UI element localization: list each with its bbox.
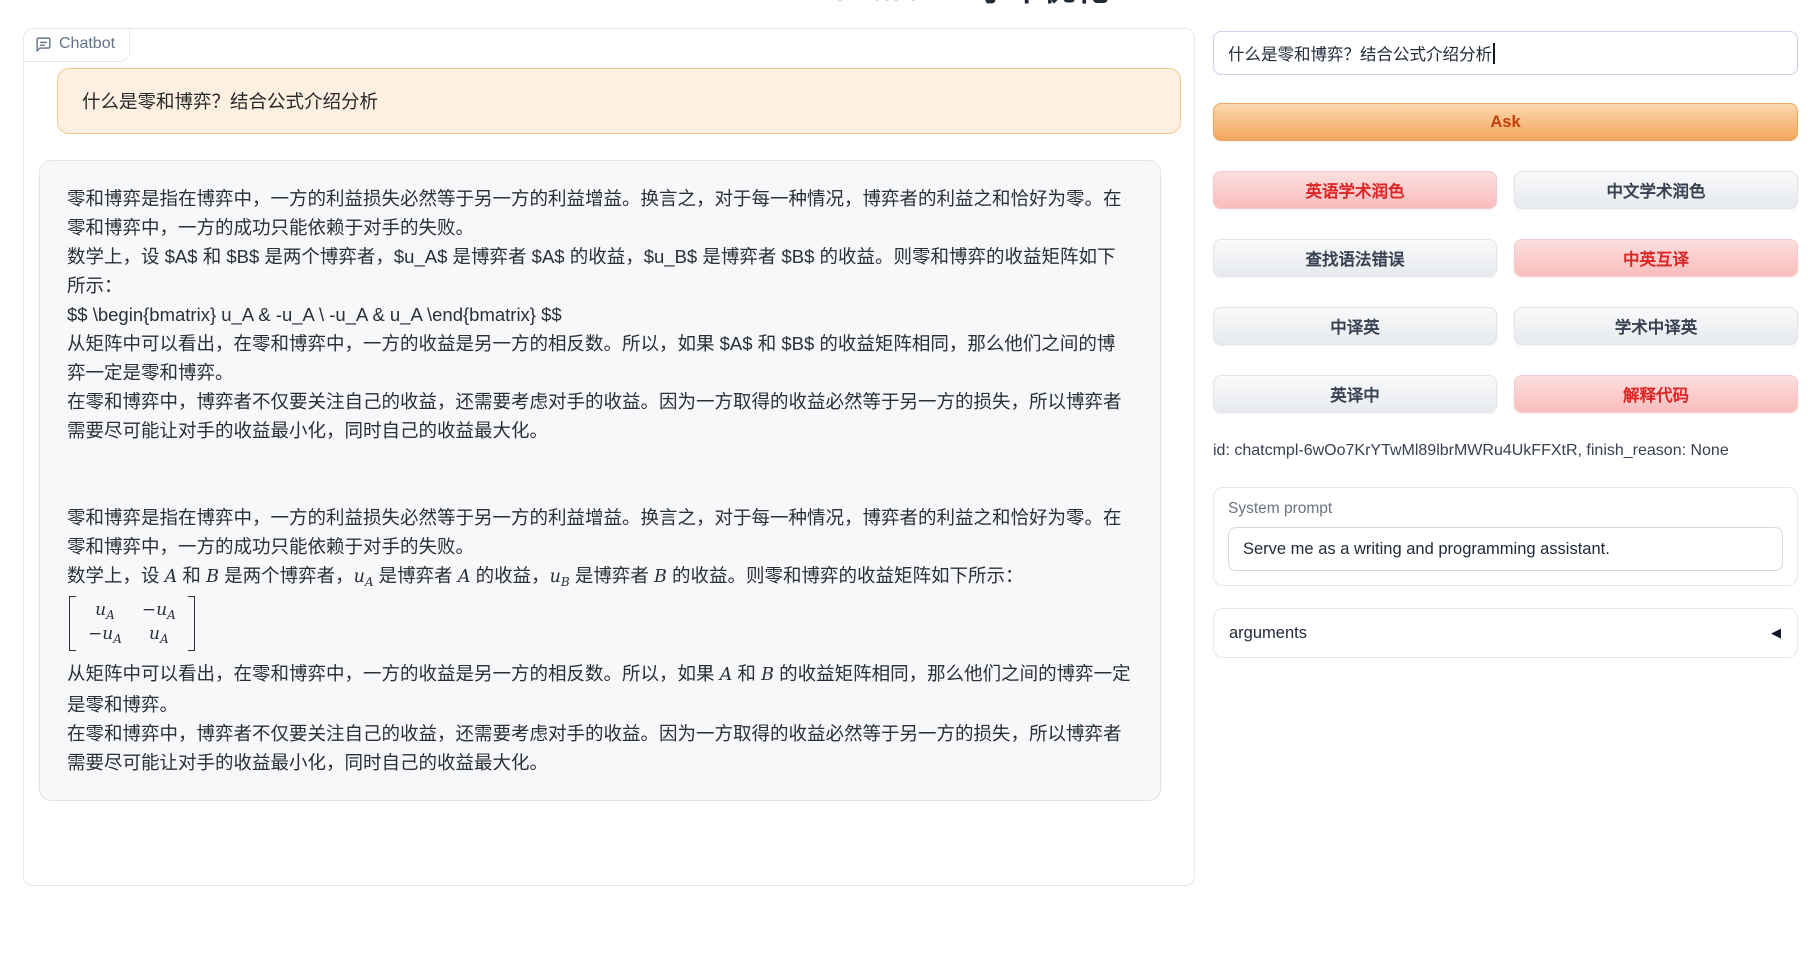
bot-message-bubble: 零和博弈是指在博弈中，一方的利益损失必然等于另一方的利益增益。换言之，对于每一种… bbox=[39, 160, 1161, 801]
bot-raw-latex-formula: $$ \begin{bmatrix} u_A & -u_A \ -u_A & u… bbox=[67, 300, 1133, 329]
button-zh-en-mutual-translate[interactable]: 中英互译 bbox=[1514, 239, 1798, 277]
math-var: B bbox=[654, 567, 667, 587]
text-cursor bbox=[1493, 43, 1495, 64]
system-prompt-card: System prompt Serve me as a writing and … bbox=[1213, 487, 1798, 586]
bot-raw-paragraph: 零和博弈是指在博弈中，一方的利益损失必然等于另一方的利益增益。换言之，对于每一种… bbox=[67, 184, 1133, 242]
question-input-value: 什么是零和博弈？结合公式介绍分析 bbox=[1228, 41, 1492, 65]
matrix-cell: −uA bbox=[142, 600, 176, 621]
page-title: ChatGPT 学术优化 bbox=[827, 0, 1109, 9]
matrix-cell: uA bbox=[88, 600, 122, 621]
matrix-cell: uA bbox=[142, 624, 176, 645]
bot-rendered-paragraph: 从矩阵中可以看出，在零和博弈中，一方的收益是另一方的相反数。所以，如果 A 和 … bbox=[67, 659, 1133, 719]
user-message-text: 什么是零和博弈？结合公式介绍分析 bbox=[82, 91, 378, 112]
arguments-accordion[interactable]: arguments ◀ bbox=[1213, 608, 1798, 658]
bot-rendered-math-intro: 数学上，设 A 和 B 是两个博弈者，uA 是博弈者 A 的收益，uB 是博弈者… bbox=[67, 561, 1133, 592]
button-academic-zh-to-en[interactable]: 学术中译英 bbox=[1514, 307, 1798, 345]
user-message-bubble: 什么是零和博弈？结合公式介绍分析 bbox=[57, 68, 1181, 134]
math-var: B bbox=[206, 567, 219, 587]
button-zh-to-en[interactable]: 中译英 bbox=[1213, 307, 1497, 345]
math-var: A bbox=[165, 567, 178, 587]
arguments-accordion-label: arguments bbox=[1229, 624, 1307, 643]
math-var: uB bbox=[550, 567, 570, 587]
button-en-to-zh[interactable]: 英译中 bbox=[1213, 375, 1497, 413]
bot-raw-paragraph: 在零和博弈中，博弈者不仅要关注自己的收益，还需要考虑对手的收益。因为一方取得的收… bbox=[67, 387, 1133, 445]
bot-raw-paragraph: 数学上，设 $A$ 和 $B$ 是两个博弈者，$u_A$ 是博弈者 $A$ 的收… bbox=[67, 242, 1133, 300]
system-prompt-value: Serve me as a writing and programming as… bbox=[1243, 540, 1610, 559]
quick-action-grid: 英语学术润色 中文学术润色 查找语法错误 中英互译 中译英 学术中译英 英译中 … bbox=[1213, 171, 1798, 413]
math-var: A bbox=[720, 665, 733, 685]
status-line: id: chatcmpl-6wOo7KrYTwMl89lbrMWRu4UkFFX… bbox=[1213, 442, 1798, 460]
accordion-collapse-icon[interactable]: ◀ bbox=[1771, 625, 1781, 641]
matrix-cell: −uA bbox=[88, 624, 122, 645]
system-prompt-input[interactable]: Serve me as a writing and programming as… bbox=[1228, 527, 1783, 571]
matrix-right-bracket bbox=[188, 596, 195, 651]
message-section-gap bbox=[67, 445, 1133, 503]
ask-button[interactable]: Ask bbox=[1213, 103, 1798, 141]
system-prompt-label: System prompt bbox=[1228, 500, 1783, 518]
chat-bubble-icon bbox=[35, 36, 52, 53]
control-panel: 什么是零和博弈？结合公式介绍分析 Ask 英语学术润色 中文学术润色 查找语法错… bbox=[1213, 31, 1798, 658]
button-english-academic-polish[interactable]: 英语学术润色 bbox=[1213, 171, 1497, 209]
question-input[interactable]: 什么是零和博弈？结合公式介绍分析 bbox=[1213, 31, 1798, 75]
math-var: B bbox=[761, 665, 774, 685]
math-var: A bbox=[458, 567, 471, 587]
bot-raw-paragraph: 从矩阵中可以看出，在零和博弈中，一方的收益是另一方的相反数。所以，如果 $A$ … bbox=[67, 329, 1133, 387]
chatbot-label: Chatbot bbox=[24, 29, 130, 62]
button-explain-code[interactable]: 解释代码 bbox=[1514, 375, 1798, 413]
button-find-grammar-errors[interactable]: 查找语法错误 bbox=[1213, 239, 1497, 277]
chatbot-panel: Chatbot 什么是零和博弈？结合公式介绍分析 零和博弈是指在博弈中，一方的利… bbox=[23, 28, 1195, 886]
math-var: uA bbox=[354, 567, 374, 587]
payoff-matrix: uA −uA −uA uA bbox=[69, 596, 195, 651]
bot-rendered-paragraph: 零和博弈是指在博弈中，一方的利益损失必然等于另一方的利益增益。换言之，对于每一种… bbox=[67, 503, 1133, 561]
chatbot-label-text: Chatbot bbox=[59, 35, 115, 53]
bot-rendered-paragraph: 在零和博弈中，博弈者不仅要关注自己的收益，还需要考虑对手的收益。因为一方取得的收… bbox=[67, 719, 1133, 777]
button-chinese-academic-polish[interactable]: 中文学术润色 bbox=[1514, 171, 1798, 209]
matrix-left-bracket bbox=[69, 596, 76, 651]
